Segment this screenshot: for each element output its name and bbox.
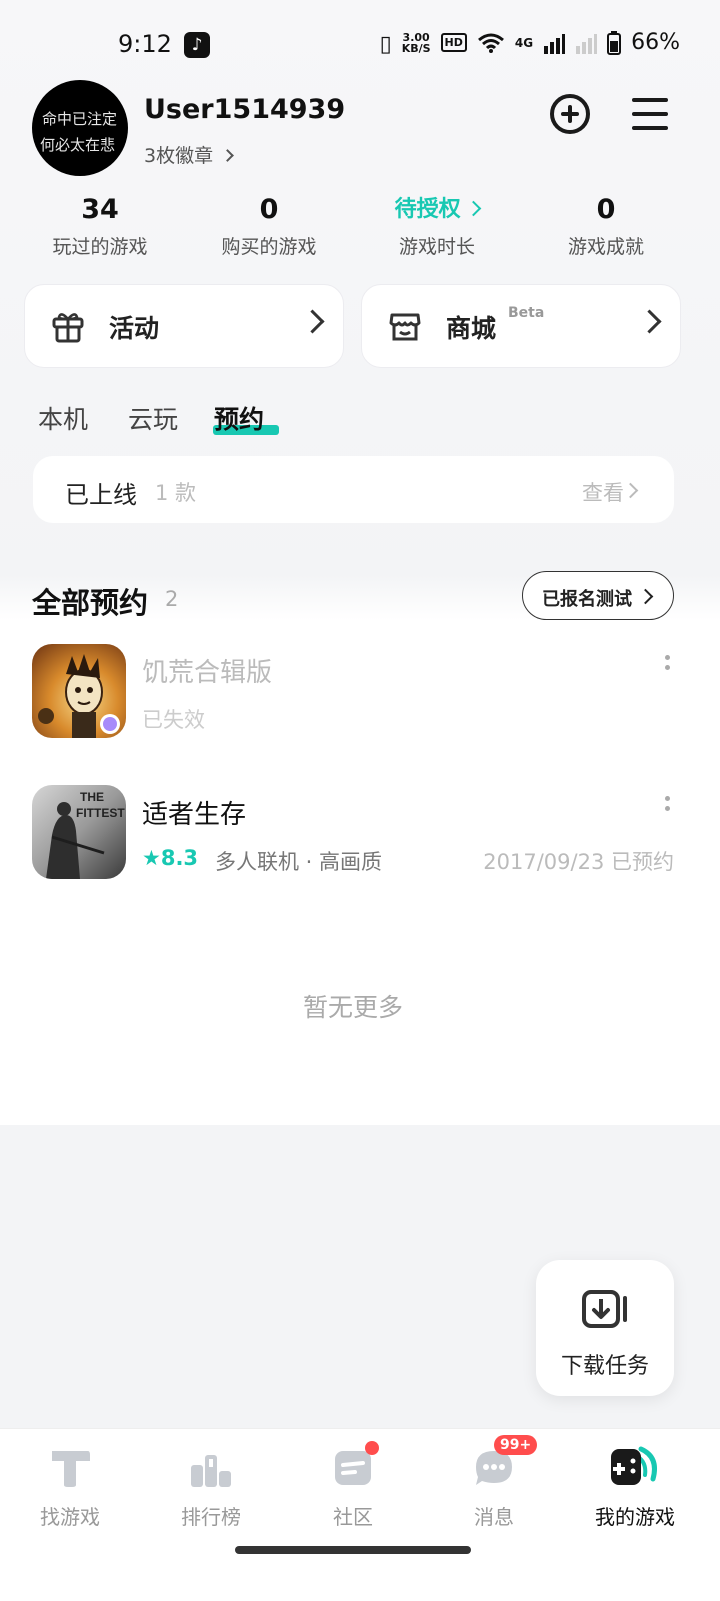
nav-community[interactable]: 社区: [293, 1441, 413, 1530]
game-tags: 多人联机 · 高画质: [215, 850, 383, 874]
find-games-icon: [46, 1443, 94, 1491]
online-label: 已上线: [65, 481, 137, 509]
tab-cloud[interactable]: 云玩: [128, 400, 178, 436]
section-count: 2: [165, 587, 179, 611]
chevron-right-icon: [637, 309, 662, 334]
username[interactable]: User1514939: [144, 94, 345, 125]
view-link[interactable]: 查看: [582, 477, 624, 507]
stat-value: 待授权: [352, 192, 522, 228]
dont-starve-art: [38, 654, 120, 738]
messages-icon: 99+: [470, 1435, 538, 1491]
store-icon: [389, 313, 421, 341]
store-card[interactable]: 商城 Beta: [361, 284, 681, 368]
online-games-bar[interactable]: 已上线 1 款 查看: [33, 456, 674, 523]
menu-icon[interactable]: [632, 98, 668, 130]
gift-icon: [52, 313, 84, 343]
network-label: 4G: [514, 35, 534, 50]
online-count: 1 款: [155, 481, 197, 505]
more-options-icon[interactable]: [665, 655, 671, 675]
game-rating: ★8.3: [142, 846, 199, 870]
reservation-date: 2017/09/23 已预约: [483, 850, 674, 874]
battery-level: 66%: [631, 30, 680, 55]
stat-value: 0: [596, 194, 616, 225]
ranking-icon: [187, 1443, 235, 1491]
nav-messages[interactable]: 99+ 消息: [434, 1435, 554, 1530]
star-icon: ★: [142, 846, 161, 870]
my-games-icon: [611, 1443, 659, 1491]
message-count-badge: 99+: [494, 1435, 538, 1455]
download-tasks-button[interactable]: 下载任务: [536, 1260, 674, 1396]
dont-starve-icon[interactable]: [32, 644, 126, 738]
tab-reservations[interactable]: 预约: [214, 400, 264, 436]
the-fittest-icon[interactable]: THE FITTEST: [32, 785, 126, 879]
signal-2-icon: [576, 33, 598, 54]
status-bar: 9:12 ♪ ▯ 3.00 KB/S HD 4G 66%: [0, 0, 720, 92]
game-status: 已失效: [142, 708, 205, 732]
stat-label: 玩过的游戏: [52, 236, 148, 258]
status-time: 9:12: [118, 30, 172, 58]
no-more-text: 暂无更多: [302, 993, 403, 1022]
game-name[interactable]: 适者生存: [142, 794, 246, 831]
bottom-nav: 找游戏 排行榜 社区 99+ 消息 我的游戏: [0, 1428, 720, 1601]
stat-label: 购买的游戏: [221, 236, 317, 258]
avatar-text-2: 何必太在悲: [40, 136, 116, 154]
net-speed: 3.00 KB/S: [401, 30, 431, 55]
status-icons: ▯ 3.00 KB/S HD 4G 66%: [379, 30, 680, 57]
chevron-right-icon: [466, 200, 482, 217]
beta-tag: Beta: [508, 305, 545, 321]
vibrate-icon: ▯: [379, 31, 392, 57]
fittest-title-2: FITTEST: [76, 806, 125, 820]
chevron-right-icon: [637, 588, 654, 605]
activity-label: 活动: [109, 314, 160, 343]
home-indicator[interactable]: [235, 1546, 471, 1554]
signal-icon: [544, 33, 566, 54]
add-icon[interactable]: [550, 94, 590, 134]
store-label: 商城: [446, 314, 497, 343]
chevron-right-icon: [221, 149, 235, 162]
nav-ranking[interactable]: 排行榜: [151, 1443, 271, 1530]
stat-value: 34: [81, 194, 119, 225]
hd-icon: HD: [440, 33, 467, 52]
notification-dot: [365, 1441, 379, 1455]
battery-icon: [607, 30, 622, 55]
chevron-right-icon: [622, 482, 639, 499]
stat-value: 0: [259, 194, 279, 225]
avatar[interactable]: 命中已注定 何必太在悲: [32, 80, 128, 176]
wifi-icon: [477, 33, 504, 53]
avatar-text-1: 命中已注定: [42, 110, 118, 128]
tab-local[interactable]: 本机: [38, 400, 88, 436]
tiktok-icon: ♪: [184, 32, 210, 58]
stat-label: 游戏时长: [398, 236, 475, 258]
game-name[interactable]: 饥荒合辑版: [142, 652, 272, 689]
more-options-icon[interactable]: [665, 796, 671, 816]
download-icon: [582, 1290, 627, 1328]
nav-find-games[interactable]: 找游戏: [10, 1443, 130, 1530]
stat-achievements[interactable]: 0 游戏成就: [521, 192, 691, 259]
registered-test-button[interactable]: 已报名测试: [522, 571, 674, 620]
stat-played-games[interactable]: 34 玩过的游戏: [15, 192, 185, 259]
activity-card[interactable]: 活动: [24, 284, 344, 368]
nav-my-games[interactable]: 我的游戏: [575, 1443, 695, 1530]
stat-label: 游戏成就: [567, 236, 644, 258]
stat-purchased-games[interactable]: 0 购买的游戏: [184, 192, 354, 259]
badges-link[interactable]: 3枚徽章: [144, 141, 235, 168]
chevron-right-icon: [300, 309, 325, 334]
community-icon: [329, 1441, 379, 1491]
download-tasks-label: 下载任务: [560, 1354, 649, 1379]
stat-play-time[interactable]: 待授权 游戏时长: [352, 192, 522, 259]
fittest-title-1: THE: [80, 790, 104, 804]
section-title: 全部预约: [32, 586, 149, 620]
badges-label: 3枚徽章: [144, 145, 214, 167]
the-fittest-art: THE FITTEST: [46, 790, 125, 879]
